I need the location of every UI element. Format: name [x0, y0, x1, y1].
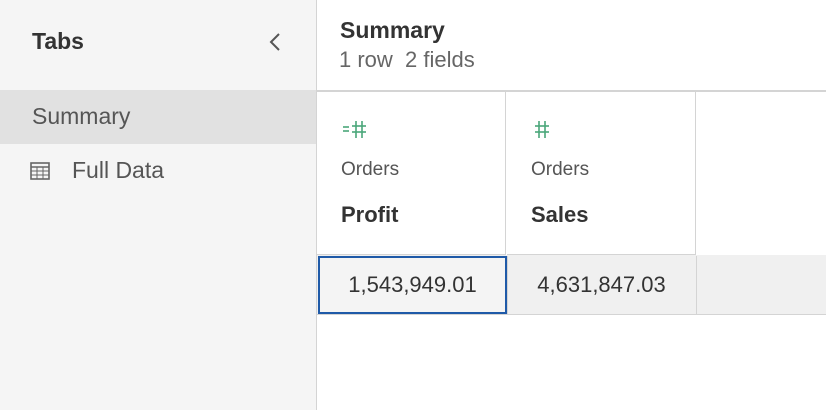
- column-source: Orders: [341, 159, 400, 180]
- summary-panel: Summary 1 row 2 fields Orders Profit Ord…: [317, 0, 826, 410]
- column-name: Sales: [531, 202, 589, 227]
- cell-divider: [696, 256, 697, 314]
- sidebar-item-full-data[interactable]: Full Data: [0, 144, 316, 198]
- sidebar-item-summary[interactable]: Summary: [0, 90, 316, 144]
- column-header-sales[interactable]: Orders Sales: [507, 92, 696, 255]
- measure-calculated-icon: [341, 119, 375, 139]
- page-title: Summary: [340, 17, 445, 43]
- number-icon: [531, 119, 565, 139]
- table-icon: [28, 160, 52, 182]
- sidebar-item-label: Summary: [32, 103, 131, 129]
- row-field-count: 1 row 2 fields: [339, 47, 475, 72]
- sidebar-item-label: Full Data: [72, 157, 165, 183]
- cell-profit[interactable]: 1,543,949.01: [318, 256, 507, 314]
- tabs-sidebar: Tabs Summary Full Data: [0, 0, 317, 410]
- column-source: Orders: [531, 159, 590, 180]
- cell-sales[interactable]: 4,631,847.03: [507, 256, 696, 314]
- sidebar-header: Tabs: [0, 0, 316, 90]
- sidebar-title: Tabs: [32, 28, 84, 54]
- column-header-profit[interactable]: Orders Profit: [317, 92, 506, 255]
- collapse-sidebar-icon[interactable]: [262, 28, 290, 56]
- column-name: Profit: [341, 202, 399, 227]
